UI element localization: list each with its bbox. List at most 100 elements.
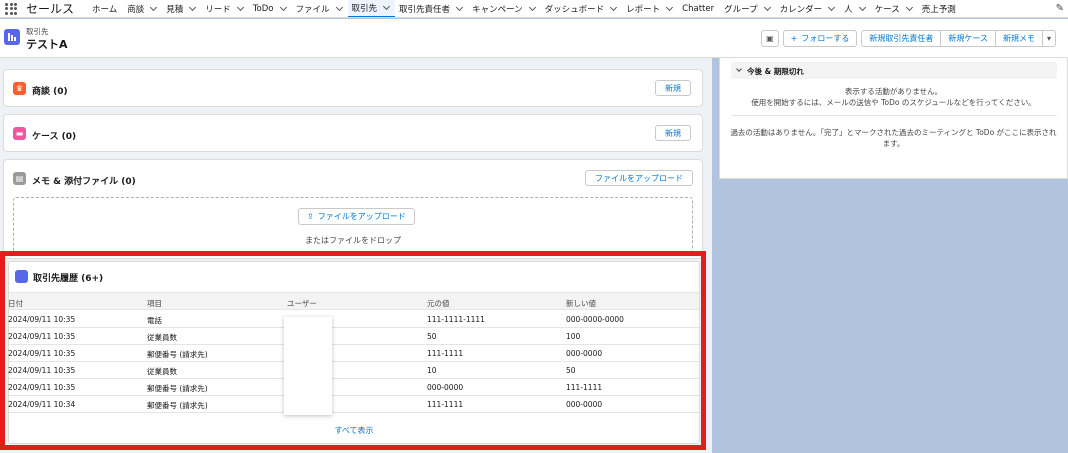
chevron-down-icon[interactable] — [528, 3, 536, 11]
opportunities-card: ♛ 商談 (0) 新規 — [3, 69, 703, 107]
crown-icon: ♛ — [13, 82, 26, 95]
more-actions-button[interactable]: ▾ — [1041, 30, 1056, 47]
nav-item[interactable]: カレンダー — [776, 0, 841, 17]
table-cell: 111-1111-1111 — [427, 315, 485, 324]
plus-icon: + — [790, 34, 798, 43]
nav-item[interactable]: 人 — [840, 0, 871, 17]
column-header: 新しい値 — [566, 299, 596, 308]
upcoming-section[interactable]: 今後 & 期限切れ — [731, 62, 1057, 79]
account-icon — [4, 29, 20, 45]
nav-item[interactable]: ToDo — [249, 0, 292, 17]
account-history-title: 取引先履歴 (6+) — [33, 274, 104, 284]
upcoming-title: 今後 & 期限切れ — [747, 67, 804, 76]
nav-item[interactable]: Chatter — [678, 0, 720, 17]
chevron-down-icon — [736, 66, 742, 72]
chevron-down-icon[interactable] — [610, 3, 618, 11]
account-history-icon — [15, 270, 28, 283]
table-cell: 111-1111 — [427, 349, 464, 358]
table-cell: 2024/09/11 10:35 — [8, 315, 76, 324]
files-card: ▤ メモ & 添付ファイル (0) ファイルをアップロード ⇪ ファイルをアップロ… — [3, 159, 703, 259]
table-cell: 2024/09/11 10:35 — [8, 383, 76, 392]
chevron-down-icon[interactable] — [189, 3, 197, 11]
file-icon: ▤ — [13, 172, 26, 185]
chevron-down-icon[interactable] — [858, 3, 866, 11]
table-row: 2024/09/11 10:35 従業員数 50 100 — [8, 328, 699, 345]
column-header: 日付 — [8, 299, 23, 308]
dropzone-upload-button[interactable]: ⇪ ファイルをアップロード — [298, 208, 415, 225]
nav-item[interactable]: ケース — [871, 0, 918, 17]
upload-icon: ⇪ — [307, 212, 314, 221]
table-cell: 2024/09/11 10:35 — [8, 349, 76, 358]
nav-item[interactable]: 売上予測 — [918, 0, 962, 17]
table-cell: 000-0000 — [566, 400, 603, 409]
table-cell: 2024/09/11 10:35 — [8, 332, 76, 341]
nav-item[interactable]: 取引先責任者 — [395, 0, 468, 17]
nav-item[interactable]: ホーム — [88, 0, 123, 17]
table-cell: 100 — [566, 332, 581, 341]
table-cell: 郵便番号 (請求先) — [147, 384, 208, 393]
table-cell: 111-1111 — [427, 400, 464, 409]
no-activity-text: 表示する活動がありません。 — [844, 87, 943, 96]
nav-item[interactable]: リード — [201, 0, 249, 17]
table-header: 日付 項目 ユーザー 元の値 新しい値 — [8, 292, 699, 310]
table-cell: 郵便番号 (請求先) — [147, 401, 208, 410]
table-cell: 従業員数 — [147, 367, 177, 376]
edit-nav-icon[interactable]: ✎ — [1056, 3, 1064, 14]
table-row: 2024/09/11 10:35 郵便番号 (請求先) 111-1111 000-00… — [8, 345, 699, 362]
nav-items: ホーム 商談 見積 リード ToDo ファイル 取引先 取引先責任者 キャンペーン ダッシュボード… — [88, 0, 962, 17]
table-cell: 2024/09/11 10:35 — [8, 366, 76, 375]
new-contact-button[interactable]: 新規取引先責任者 — [861, 30, 942, 47]
chevron-down-icon: ▾ — [1046, 34, 1051, 43]
divider — [731, 115, 1057, 116]
chevron-down-icon[interactable] — [456, 3, 464, 11]
table-cell: 郵便番号 (請求先) — [147, 350, 208, 359]
table-cell: 000-0000 — [566, 349, 603, 358]
chevron-down-icon[interactable] — [335, 3, 343, 11]
table-cell: 000-0000 — [427, 383, 464, 392]
chevron-down-icon[interactable] — [383, 2, 391, 10]
opportunities-title: 商談 (0) — [32, 87, 68, 97]
past-activity-text-2: ます。 — [882, 139, 905, 148]
user-redaction — [284, 317, 332, 415]
nav-item[interactable]: グループ — [720, 0, 776, 17]
view-all-link[interactable]: すべて表示 — [9, 425, 699, 436]
column-header: 元の値 — [427, 299, 450, 308]
nav-item[interactable]: 商談 — [123, 0, 162, 17]
follow-button[interactable]: + フォローする — [782, 30, 858, 47]
drop-text: またはファイルをドロップ — [305, 236, 401, 245]
table-row: 2024/09/11 10:35 郵便番号 (請求先) 000-0000 111-11… — [8, 379, 699, 396]
table-cell: 10 — [427, 366, 437, 375]
assign-icon-button[interactable]: ▣ — [761, 30, 779, 47]
cases-card: ▬ ケース (0) 新規 — [3, 114, 703, 152]
new-opportunity-button[interactable]: 新規 — [655, 80, 691, 96]
chevron-down-icon[interactable] — [279, 3, 287, 11]
app-name: セールス — [26, 2, 75, 16]
chevron-down-icon[interactable] — [236, 3, 244, 11]
chevron-down-icon[interactable] — [828, 3, 836, 11]
nav-item[interactable]: ダッシュボード — [541, 0, 623, 17]
record-name: テストA — [26, 38, 68, 51]
nav-item[interactable]: ファイル — [292, 0, 348, 17]
new-case-card-button[interactable]: 新規 — [655, 125, 691, 141]
upload-files-button[interactable]: ファイルをアップロード — [585, 170, 693, 186]
chevron-down-icon[interactable] — [150, 3, 158, 11]
table-cell: 000-0000-0000 — [566, 315, 624, 324]
account-history-card: 取引先履歴 (6+) 日付 項目 ユーザー 元の値 新しい値 2024/09/1… — [8, 261, 700, 444]
table-row: 2024/09/11 10:35 電話 111-1111-1111 000-0000-… — [8, 311, 699, 328]
table-cell: 電話 — [147, 316, 162, 325]
app-launcher-icon[interactable] — [4, 2, 18, 16]
new-case-button[interactable]: 新規ケース — [940, 30, 996, 47]
table-cell: 50 — [566, 366, 576, 375]
nav-item[interactable]: 取引先 — [347, 0, 396, 17]
table-cell: 50 — [427, 332, 437, 341]
nav-item[interactable]: 見積 — [162, 0, 201, 17]
chevron-down-icon[interactable] — [905, 3, 913, 11]
chevron-down-icon[interactable] — [763, 3, 771, 11]
new-note-button[interactable]: 新規メモ — [994, 30, 1043, 47]
chevron-down-icon[interactable] — [666, 3, 674, 11]
nav-item[interactable]: レポート — [622, 0, 678, 17]
briefcase-icon: ▬ — [13, 127, 26, 140]
nav-item[interactable]: キャンペーン — [468, 0, 541, 17]
file-dropzone[interactable]: ⇪ ファイルをアップロード またはファイルをドロップ — [13, 197, 693, 254]
table-row: 2024/09/11 10:34 郵便番号 (請求先) 111-1111 000-00… — [8, 396, 699, 413]
